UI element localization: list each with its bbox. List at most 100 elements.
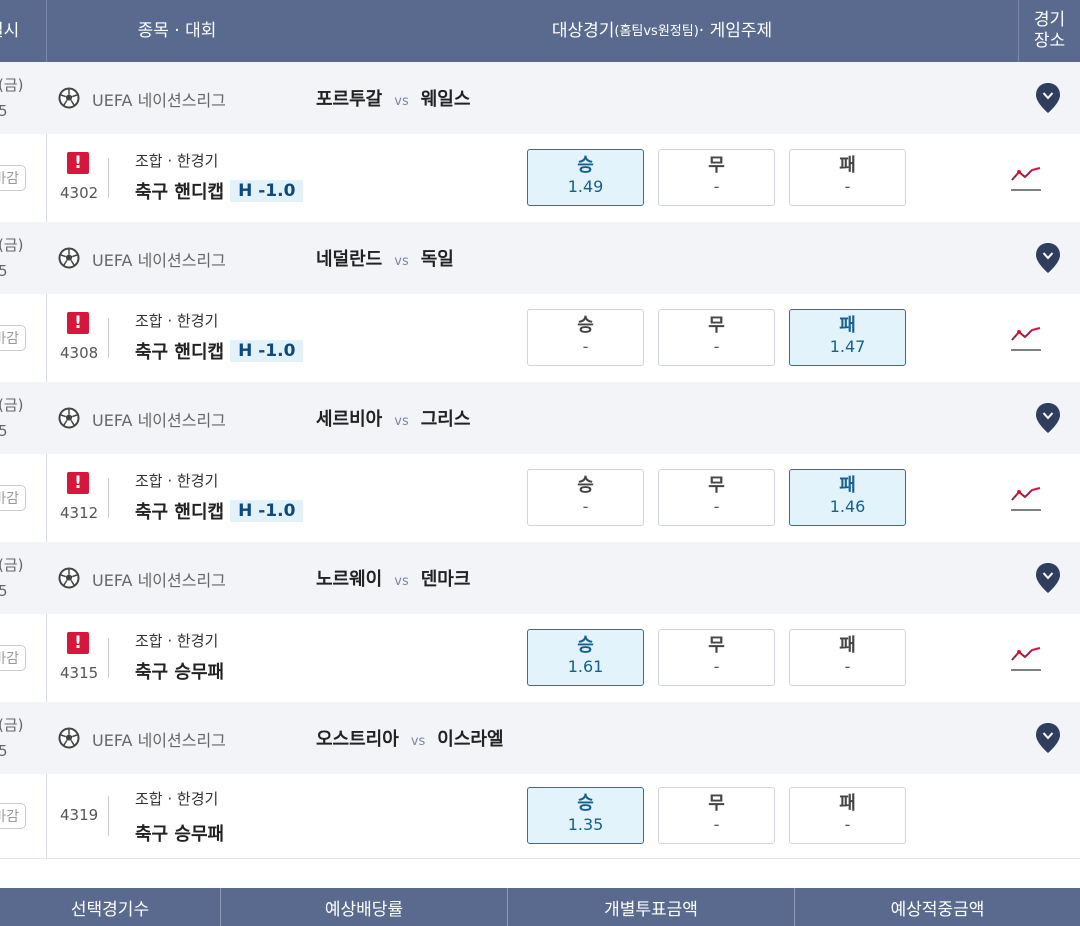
trend-chart-icon[interactable] — [1010, 484, 1042, 512]
odds-label: 패 — [839, 793, 856, 814]
game-name-text: 축구 승무패 — [135, 662, 225, 683]
game-row: 마감!4302조합 · 한경기축구 핸디캡H -1.0승1.49무-패- — [0, 134, 1080, 222]
odds-label: 패 — [839, 475, 856, 496]
odds-label: 무 — [708, 155, 725, 176]
odds-button-draw[interactable]: 무- — [658, 149, 775, 206]
odds-label: 무 — [708, 475, 725, 496]
game-divider — [108, 796, 109, 836]
odds-value: 1.35 — [567, 815, 604, 834]
match-day: (금) — [0, 556, 24, 574]
alert-icon: ! — [67, 312, 89, 334]
odds-label: 승 — [577, 635, 594, 656]
home-team: 노르웨이 — [316, 569, 383, 590]
vs-label: vs — [394, 94, 409, 109]
match-teams: 포르투갈 vs 웨일스 — [316, 85, 470, 111]
row-divider — [46, 294, 47, 382]
match-time: 5 — [0, 742, 8, 760]
league-row: (금) 5 UEFA 네이션스리그 노르웨이 vs 덴마크 — [0, 542, 1080, 614]
away-team: 웨일스 — [420, 89, 471, 110]
vs-label: vs — [394, 414, 409, 429]
odds-button-draw[interactable]: 무- — [658, 469, 775, 526]
deadline-badge: 마감 — [0, 803, 26, 829]
odds-button-lose[interactable]: 패- — [789, 787, 906, 844]
game-type: 조합 · 한경기 — [135, 632, 219, 650]
league-name: UEFA 네이션스리그 — [92, 571, 226, 590]
game-row: 마감!4315조합 · 한경기축구 승무패승1.61무-패- — [0, 614, 1080, 702]
vs-label: vs — [394, 574, 409, 589]
game-row: 마감!4308조합 · 한경기축구 핸디캡H -1.0승-무-패1.47 — [0, 294, 1080, 382]
odds-button-lose[interactable]: 패- — [789, 629, 906, 686]
league-name: UEFA 네이션스리그 — [92, 91, 226, 110]
odds-button-win[interactable]: 승 1.35 — [527, 787, 644, 844]
trend-chart-icon[interactable] — [1010, 644, 1042, 672]
home-team: 오스트리아 — [316, 729, 399, 750]
odds-button-draw[interactable]: 무- — [658, 309, 775, 366]
handicap-badge: H -1.0 — [230, 180, 304, 202]
header-datetime: 일시 — [0, 20, 20, 41]
trend-chart-icon[interactable] — [1010, 164, 1042, 192]
odds-label: 승 — [577, 315, 594, 336]
match-time: 5 — [0, 102, 8, 120]
match-day: (금) — [0, 236, 24, 254]
league-row: (금) 5 UEFA 네이션스리그 오스트리아 vs 이스라엘 — [0, 702, 1080, 774]
vs-label: vs — [410, 734, 426, 749]
match-teams: 오스트리아 vs 이스라엘 — [316, 725, 504, 751]
odds-value: 1.47 — [829, 337, 866, 356]
map-pin-icon[interactable] — [1035, 242, 1061, 274]
odds-value: - — [844, 815, 851, 834]
odds-value: - — [844, 177, 851, 196]
game-name-text: 축구 핸디캡 — [135, 342, 225, 363]
map-pin-icon[interactable] — [1035, 402, 1061, 434]
odds-button-lose[interactable]: 패 1.47 — [789, 309, 906, 366]
map-pin-icon[interactable] — [1035, 82, 1061, 114]
game-divider — [108, 318, 109, 358]
odds-button-draw[interactable]: 무- — [658, 787, 775, 844]
game-divider — [108, 478, 109, 518]
expected-win-label: 예상적중금액 — [890, 899, 985, 920]
odds-button-win[interactable]: 승 1.49 — [527, 149, 644, 206]
handicap-badge: H -1.0 — [230, 500, 304, 522]
match-teams: 노르웨이 vs 덴마크 — [316, 565, 470, 591]
odds-button-lose[interactable]: 패- — [789, 149, 906, 206]
row-divider — [46, 134, 47, 222]
row-border — [0, 858, 1080, 859]
odds-value: - — [713, 177, 720, 196]
game-name: 축구 핸디캡 H -1.0 — [135, 498, 304, 524]
game-type: 조합 · 한경기 — [135, 790, 219, 808]
map-pin-icon[interactable] — [1035, 562, 1061, 594]
odds-label: 무 — [708, 635, 725, 656]
odds-value: - — [713, 337, 720, 356]
header-sport-league: 종목 · 대회 — [137, 20, 217, 41]
row-divider — [46, 774, 47, 858]
selected-count-label: 선택경기수 — [70, 899, 150, 920]
bet-amount-label: 개별투표금액 — [604, 899, 698, 920]
header-venue: 경기 장소 — [1033, 10, 1066, 51]
odds-button-win[interactable]: 승- — [527, 309, 644, 366]
home-team: 네덜란드 — [316, 249, 383, 270]
league-row: (금) 5 UEFA 네이션스리그 네덜란드 vs 독일 — [0, 222, 1080, 294]
game-number: 4312 — [60, 504, 99, 522]
odds-button-win[interactable]: 승 1.61 — [527, 629, 644, 686]
match-time: 5 — [0, 582, 8, 600]
odds-button-win[interactable]: 승- — [527, 469, 644, 526]
odds-value: - — [582, 337, 589, 356]
odds-value: 1.49 — [567, 177, 604, 196]
match-day: (금) — [0, 76, 24, 94]
deadline-badge: 마감 — [0, 325, 26, 351]
away-team: 이스라엘 — [437, 729, 504, 750]
odds-button-draw[interactable]: 무- — [658, 629, 775, 686]
map-pin-icon[interactable] — [1035, 722, 1061, 754]
odds-value: 1.61 — [567, 657, 604, 676]
expected-odds-label: 예상배당률 — [324, 899, 404, 920]
odds-value: - — [844, 657, 851, 676]
game-name: 축구 승무패 — [135, 820, 224, 846]
trend-chart-icon[interactable] — [1010, 324, 1042, 352]
game-divider — [108, 158, 109, 198]
alert-icon: ! — [67, 632, 89, 654]
game-divider — [108, 638, 109, 678]
game-name-text: 축구 핸디캡 — [135, 502, 225, 523]
odds-button-lose[interactable]: 패 1.46 — [789, 469, 906, 526]
game-name-text: 축구 승무패 — [135, 824, 225, 845]
match-time: 5 — [0, 422, 8, 440]
game-name: 축구 핸디캡 H -1.0 — [135, 338, 304, 364]
